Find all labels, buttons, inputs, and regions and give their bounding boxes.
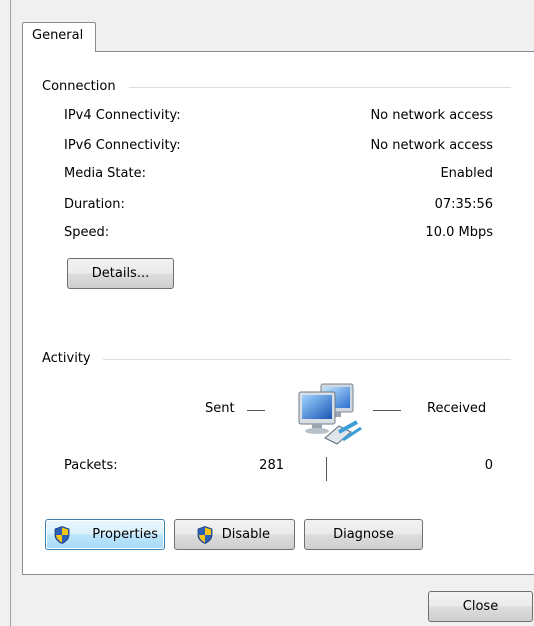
properties-button[interactable]: Properties — [45, 519, 165, 550]
details-button[interactable]: Details... — [67, 258, 174, 289]
ipv4-connectivity-value: No network access — [370, 108, 493, 123]
media-state-value: Enabled — [440, 166, 493, 181]
activity-group-title: Activity — [42, 351, 99, 366]
connection-group-title: Connection — [42, 79, 124, 94]
activity-separator — [103, 359, 511, 360]
sent-label: Sent — [205, 401, 235, 416]
window-edge — [10, 0, 11, 626]
disable-button-label: Disable — [221, 527, 270, 542]
diagnose-button[interactable]: Diagnose — [304, 519, 423, 550]
properties-button-label: Properties — [92, 527, 158, 542]
packets-divider — [326, 457, 327, 481]
general-tab-page: Connection IPv4 Connectivity: No network… — [22, 51, 534, 575]
disable-button[interactable]: Disable — [174, 519, 295, 550]
media-state-label: Media State: — [64, 166, 146, 181]
speed-value: 10.0 Mbps — [425, 225, 493, 240]
sent-line — [247, 410, 265, 411]
received-label: Received — [427, 401, 487, 416]
duration-label: Duration: — [64, 197, 125, 212]
network-computers-icon — [295, 382, 371, 450]
tab-general[interactable]: General — [22, 22, 96, 52]
diagnose-button-label: Diagnose — [333, 527, 394, 542]
packets-label: Packets: — [64, 458, 118, 473]
uac-shield-icon — [197, 526, 213, 544]
packets-received-value: 0 — [484, 458, 493, 473]
tab-general-label: General — [32, 28, 84, 43]
received-line — [373, 410, 401, 411]
close-button[interactable]: Close — [428, 591, 533, 622]
connection-separator — [129, 87, 511, 88]
ipv6-connectivity-value: No network access — [370, 138, 493, 153]
uac-shield-icon — [54, 526, 70, 544]
ipv6-connectivity-label: IPv6 Connectivity: — [64, 138, 181, 153]
status-dialog: General Connection IPv4 Connectivity: No… — [0, 0, 534, 626]
duration-value: 07:35:56 — [434, 197, 493, 212]
speed-label: Speed: — [64, 225, 110, 240]
ipv4-connectivity-label: IPv4 Connectivity: — [64, 108, 181, 123]
details-button-label: Details... — [91, 266, 150, 281]
close-button-label: Close — [462, 599, 499, 614]
packets-sent-value: 281 — [259, 458, 284, 473]
